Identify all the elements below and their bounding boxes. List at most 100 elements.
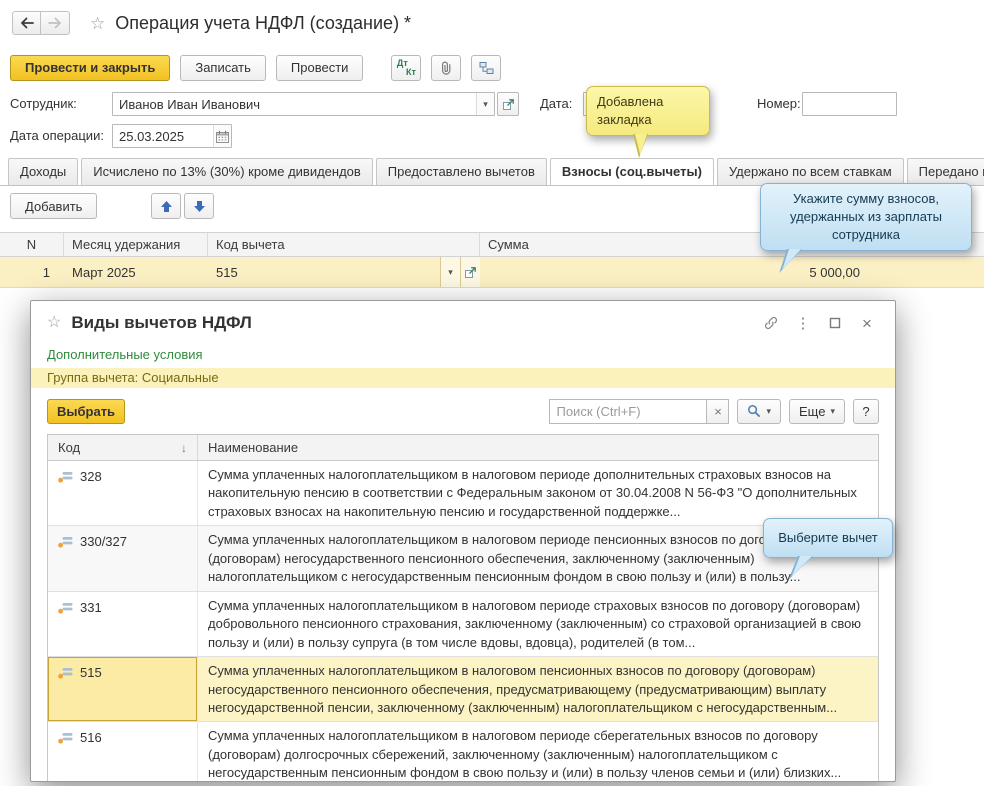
- back-button[interactable]: [12, 11, 41, 35]
- tab-dohody[interactable]: Доходы: [8, 158, 79, 185]
- operation-date-field: [112, 124, 232, 148]
- dialog-window-controls: ⋮ ×: [759, 311, 879, 335]
- arrow-up-icon: [160, 200, 172, 212]
- kebab-menu-icon: ⋮: [795, 314, 811, 332]
- maximize-icon: [829, 317, 841, 329]
- column-header-month[interactable]: Месяц удержания: [64, 233, 208, 256]
- help-button[interactable]: ?: [853, 398, 879, 424]
- tab-ischisleno[interactable]: Исчислено по 13% (30%) кроме дивидендов: [81, 158, 373, 185]
- move-up-button[interactable]: [151, 193, 181, 219]
- command-bar: Провести и закрыть Записать Провести Дт К…: [10, 54, 502, 81]
- bookmark-callout-text: Добавлена закладка: [597, 94, 664, 127]
- deduction-types-table: Код ↓ Наименование 328 Сумма уплаченных …: [47, 434, 879, 781]
- deduction-name-cell: Сумма уплаченных налогоплательщиком в на…: [208, 728, 842, 781]
- close-button[interactable]: ×: [855, 311, 879, 335]
- calendar-icon: [216, 130, 229, 143]
- deduction-code-cell: 328: [48, 461, 198, 526]
- deduction-row-515-selected[interactable]: 515 Сумма уплаченных налогоплательщиком …: [48, 657, 878, 723]
- search-input[interactable]: [549, 398, 708, 424]
- sum-hint-text: Укажите сумму взносов, удержанных из зар…: [790, 191, 942, 242]
- tab-uderzhano[interactable]: Удержано по всем ставкам: [716, 158, 904, 185]
- additional-conditions-link[interactable]: Дополнительные условия: [47, 347, 203, 362]
- column-header-code[interactable]: Код вычета: [208, 233, 480, 256]
- catalog-item-icon: [58, 733, 73, 745]
- search-box: ×: [549, 398, 730, 424]
- tab-vznosy[interactable]: Взносы (соц.вычеты): [549, 158, 714, 185]
- post-button[interactable]: Провести: [275, 54, 364, 81]
- clear-icon: ×: [714, 403, 722, 419]
- deduction-code: 516: [80, 730, 102, 746]
- deduction-code-cell: 515: [48, 657, 198, 722]
- select-button[interactable]: Выбрать: [47, 398, 126, 424]
- number-label: Номер:: [757, 96, 801, 111]
- calendar-button[interactable]: [213, 125, 231, 147]
- table-row[interactable]: 1 Март 2025 515 ▾ 5 000,00: [0, 257, 984, 288]
- employee-input[interactable]: [113, 93, 476, 115]
- chevron-down-icon: ▾: [830, 405, 835, 416]
- deduction-row-331[interactable]: 331 Сумма уплаченных налогоплательщиком …: [48, 591, 878, 658]
- bookmark-callout: Добавлена закладка: [586, 86, 710, 158]
- group-filter-bar: Группа вычета: Социальные: [31, 368, 895, 388]
- employee-dropdown-button[interactable]: ▾: [476, 93, 494, 115]
- column-header-code[interactable]: Код ↓: [48, 435, 198, 460]
- paperclip-icon: [442, 61, 451, 75]
- dtkt-postings-button[interactable]: Дт Кт: [391, 54, 422, 81]
- save-button[interactable]: Записать: [180, 54, 266, 81]
- clear-search-button[interactable]: ×: [707, 398, 730, 424]
- date-label: Дата:: [540, 96, 573, 111]
- number-input[interactable]: [803, 93, 896, 115]
- maximize-button[interactable]: [823, 311, 847, 335]
- favorite-star-icon[interactable]: ☆: [47, 315, 61, 331]
- arrow-down-icon: [193, 200, 205, 212]
- tab-bar: Доходы Исчислено по 13% (30%) кроме диви…: [0, 158, 984, 186]
- number-field: [802, 92, 897, 116]
- get-link-button[interactable]: [759, 311, 783, 335]
- catalog-item-icon: [58, 668, 73, 679]
- operation-date-input[interactable]: [113, 125, 213, 147]
- catalog-item-icon: [58, 602, 73, 614]
- employee-open-button[interactable]: [497, 92, 519, 116]
- add-row-button[interactable]: Добавить: [10, 193, 98, 219]
- sum-hint-callout: Укажите сумму взносов, удержанных из зар…: [760, 183, 972, 273]
- forward-button[interactable]: [41, 11, 70, 35]
- employee-field: ▾: [112, 92, 495, 116]
- hierarchy-icon: [479, 61, 494, 74]
- attachments-button[interactable]: [431, 54, 462, 81]
- window-titlebar: ☆ Операция учета НДФЛ (создание) *: [0, 0, 984, 46]
- tab-predostavleno[interactable]: Предоставлено вычетов: [375, 158, 547, 185]
- dtkt-icon: Дт Кт: [396, 57, 416, 77]
- deduction-row-330-327[interactable]: 330/327 Сумма уплаченных налогоплательщи…: [48, 526, 878, 592]
- more-button[interactable]: Еще ▾: [789, 398, 845, 424]
- deduction-code-cell: 331: [48, 591, 198, 657]
- column-header-n[interactable]: N: [0, 233, 64, 256]
- deduction-code-cell[interactable]: 515 ▾: [208, 257, 480, 287]
- column-header-name[interactable]: Наименование: [198, 435, 878, 460]
- month-cell[interactable]: Март 2025: [64, 257, 208, 287]
- deduction-name-cell: Сумма уплаченных налогоплательщиком в на…: [208, 597, 862, 650]
- dialog-titlebar: ☆ Виды вычетов НДФЛ ⋮ ×: [31, 301, 895, 345]
- search-button[interactable]: ▾: [737, 398, 782, 424]
- deduction-code-cell: 330/327: [48, 526, 198, 591]
- move-down-button[interactable]: [184, 193, 214, 219]
- deduction-row-328[interactable]: 328 Сумма уплаченных налогоплательщиком …: [48, 461, 878, 527]
- nav-group: [12, 11, 70, 35]
- open-icon: [465, 266, 476, 278]
- arrow-left-icon: [20, 17, 34, 29]
- operation-date-label: Дата операции:: [10, 128, 104, 143]
- code-dropdown-button[interactable]: ▾: [440, 257, 460, 287]
- tab-peredano[interactable]: Передано в н: [906, 158, 984, 185]
- favorite-star-icon[interactable]: ☆: [90, 15, 105, 32]
- deduction-row-516[interactable]: 516 Сумма уплаченных налогоплательщиком …: [48, 722, 878, 781]
- post-and-close-button[interactable]: Провести и закрыть: [10, 54, 171, 81]
- menu-button[interactable]: ⋮: [791, 311, 815, 335]
- structure-button[interactable]: [471, 54, 502, 81]
- chevron-down-icon: ▾: [448, 266, 453, 277]
- more-button-label: Еще: [799, 403, 826, 419]
- deduction-code: 331: [80, 599, 102, 615]
- chevron-down-icon: ▾: [483, 98, 488, 109]
- open-icon: [502, 98, 514, 110]
- sum-cell[interactable]: 5 000,00: [480, 257, 984, 287]
- catalog-item-icon: [58, 472, 73, 483]
- dialog-command-bar: Выбрать × ▾ Еще ▾ ?: [31, 388, 895, 434]
- code-open-button[interactable]: [460, 257, 480, 287]
